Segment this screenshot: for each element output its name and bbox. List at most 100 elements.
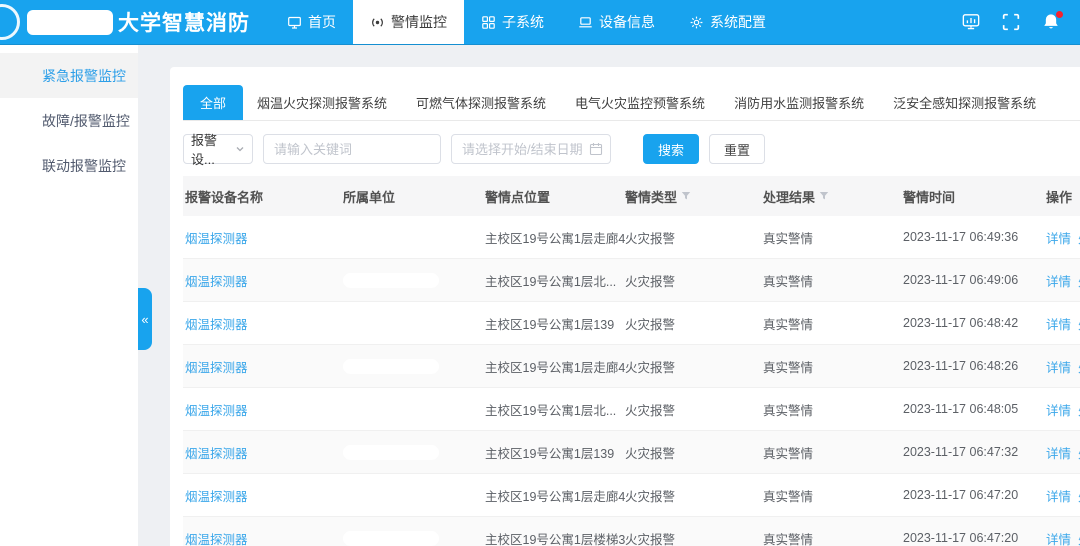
table-row: 烟温探测器主校区19号公寓1层走廊4火灾报警真实警情2023-11-17 06:… [183,216,1080,259]
app-title: 大学智慧消防 [118,7,250,37]
detail-link[interactable]: 详情 [1046,443,1071,462]
col-actions: 操作 [1046,187,1080,206]
device-name-link[interactable]: 烟温探测器 [185,404,248,418]
cell-alarm-type: 火灾报警 [625,314,763,333]
cell-alarm-time: 2023-11-17 06:47:20 [903,488,1046,502]
device-name-link[interactable]: 烟温探测器 [185,533,248,546]
grid-icon [481,15,496,30]
cell-handle-result: 真实警情 [763,314,903,333]
cell-alarm-type: 火灾报警 [625,529,763,546]
gear-icon [689,15,704,30]
cell-unit [343,230,485,245]
cell-unit [343,359,485,374]
detail-link[interactable]: 详情 [1046,357,1071,376]
device-name-link[interactable]: 烟温探测器 [185,232,248,246]
nav-item-label: 警情监控 [391,12,447,32]
cell-alarm-time: 2023-11-17 06:49:06 [903,273,1046,287]
col-alarm-time: 警情时间 [903,187,1046,206]
redaction-blob [343,230,439,245]
cell-actions: 详情处理 [1046,486,1080,505]
cell-unit [343,402,485,417]
tab-electrical-fire-monitoring[interactable]: 电气火灾监控预警系统 [575,85,705,120]
nav-item-alarm-monitoring[interactable]: 警情监控 [353,0,464,44]
date-range-picker[interactable] [451,134,611,164]
detail-link[interactable]: 详情 [1046,529,1071,546]
tab-combustible-gas-detection[interactable]: 可燃气体探测报警系统 [416,85,546,120]
column-label: 警情时间 [903,187,955,206]
date-range-input[interactable] [451,134,611,164]
nav-item-label: 设备信息 [599,12,655,32]
notification-badge [1056,11,1063,18]
cell-alarm-type: 火灾报警 [625,400,763,419]
sidebar: 紧急报警监控故障/报警监控联动报警监控 [0,45,138,546]
col-handle-result[interactable]: 处理结果 [763,187,903,206]
cell-alarm-type: 火灾报警 [625,228,763,247]
alarm-device-select[interactable]: 报警设... [183,134,253,164]
university-emblem-icon [0,4,20,40]
tab-all[interactable]: 全部 [183,85,243,120]
cell-handle-result: 真实警情 [763,357,903,376]
cell-actions: 详情处理 [1046,529,1080,546]
detail-link[interactable]: 详情 [1046,486,1071,505]
cell-actions: 详情处理 [1046,400,1080,419]
cell-location: 主校区19号公寓1层楼梯3 [485,529,625,546]
nav-item-device-info[interactable]: 设备信息 [561,0,672,44]
tab-pan-safety-perception[interactable]: 泛安全感知探测报警系统 [893,85,1036,120]
device-name-link[interactable]: 烟温探测器 [185,490,248,504]
cell-alarm-type: 火灾报警 [625,271,763,290]
sidebar-item-linkage-alarm-monitoring[interactable]: 联动报警监控 [0,143,138,188]
keyword-input[interactable] [263,134,441,164]
cell-alarm-time: 2023-11-17 06:47:20 [903,531,1046,545]
device-name-link[interactable]: 烟温探测器 [185,275,248,289]
system-tabs: 全部烟温火灾探测报警系统可燃气体探测报警系统电气火灾监控预警系统消防用水监测报警… [183,67,1080,121]
tab-smoke-temp-fire-detection[interactable]: 烟温火灾探测报警系统 [257,85,387,120]
nav-item-home[interactable]: 首页 [270,0,353,44]
cell-handle-result: 真实警情 [763,529,903,546]
cell-alarm-type: 火灾报警 [625,486,763,505]
cell-unit [343,531,485,546]
cell-alarm-time: 2023-11-17 06:48:26 [903,359,1046,373]
table-row: 烟温探测器主校区19号公寓1层139火灾报警真实警情2023-11-17 06:… [183,302,1080,345]
column-label: 警情点位置 [485,187,550,206]
detail-link[interactable]: 详情 [1046,314,1071,333]
redaction-blob [343,359,439,374]
device-name-link[interactable]: 烟温探测器 [185,447,248,461]
cell-unit [343,488,485,503]
chevron-down-icon [235,142,245,157]
app-window: 大学智慧消防 首页 警情监控子系统 设备信息系统配置 紧急报警监控故障/报警监控联动… [0,0,1080,546]
cell-device-name: 烟温探测器 [183,400,343,419]
cell-location: 主校区19号公寓1层走廊4 [485,486,625,505]
sidebar-collapse-button[interactable]: « [138,288,152,350]
nav-item-subsystem[interactable]: 子系统 [464,0,561,44]
cell-handle-result: 真实警情 [763,486,903,505]
cell-device-name: 烟温探测器 [183,228,343,247]
table-row: 烟温探测器主校区19号公寓1层北...火灾报警真实警情2023-11-17 06… [183,388,1080,431]
fullscreen-icon[interactable] [1002,13,1020,31]
nav-item-system-config[interactable]: 系统配置 [672,0,783,44]
funnel-icon[interactable] [819,189,829,204]
table-row: 烟温探测器 主校区19号公寓1层走廊4火灾报警真实警情2023-11-17 06:… [183,474,1080,517]
cell-device-name: 烟温探测器 [183,529,343,546]
detail-link[interactable]: 详情 [1046,271,1071,290]
chart-icon[interactable] [962,13,980,31]
sidebar-item-fault-alarm-monitoring[interactable]: 故障/报警监控 [0,98,138,143]
detail-link[interactable]: 详情 [1046,228,1071,247]
bell-icon[interactable] [1042,13,1060,31]
main-nav: 首页 警情监控子系统 设备信息系统配置 [270,0,783,44]
detail-link[interactable]: 详情 [1046,400,1071,419]
reset-button[interactable]: 重置 [709,134,765,164]
cell-alarm-time: 2023-11-17 06:47:32 [903,445,1046,459]
tab-fire-water-monitoring[interactable]: 消防用水监测报警系统 [734,85,864,120]
alarm-monitor-panel: 全部烟温火灾探测报警系统可燃气体探测报警系统电气火灾监控预警系统消防用水监测报警… [170,67,1080,546]
col-device-name: 报警设备名称 [183,187,343,206]
device-name-link[interactable]: 烟温探测器 [185,318,248,332]
search-button[interactable]: 搜索 [643,134,699,164]
device-name-link[interactable]: 烟温探测器 [185,361,248,375]
cell-handle-result: 真实警情 [763,228,903,247]
funnel-icon[interactable] [681,189,691,204]
column-label: 警情类型 [625,187,677,206]
sidebar-item-emergency-alarm-monitoring[interactable]: 紧急报警监控 [0,53,138,98]
col-alarm-type[interactable]: 警情类型 [625,187,763,206]
nav-item-label: 首页 [308,12,336,32]
col-unit: 所属单位 [343,187,485,206]
